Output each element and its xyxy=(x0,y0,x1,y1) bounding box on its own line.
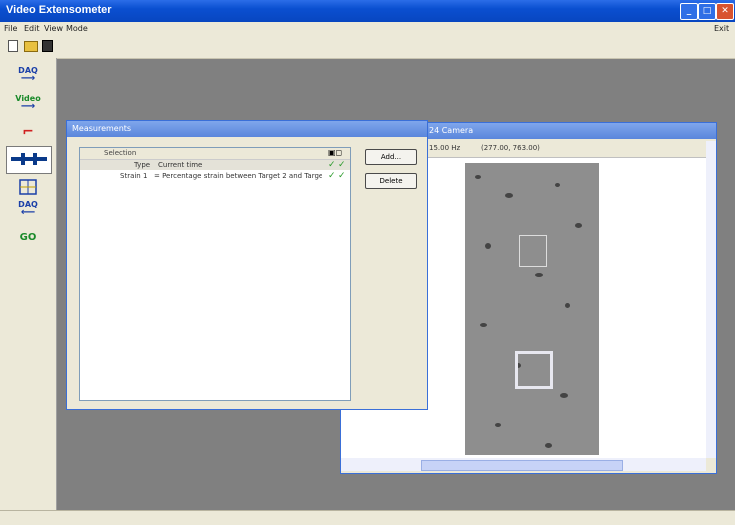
extensometer-icon xyxy=(11,153,47,165)
camera-fps: 15.00 Hz xyxy=(429,144,461,152)
sidebar-item-pointer[interactable]: ⌐ xyxy=(6,120,50,146)
check-icon[interactable]: ✓ xyxy=(328,160,336,170)
window-title: Video Extensometer xyxy=(6,4,112,16)
row-value: = Percentage strain between Target 2 and… xyxy=(154,172,322,180)
column-header-selection: Selection xyxy=(104,149,137,157)
menu-mode[interactable]: Mode xyxy=(66,24,88,33)
camera-window-title: 24 Camera xyxy=(429,126,474,135)
toolbar xyxy=(0,36,735,59)
title-bar: Video Extensometer _ □ ✕ xyxy=(0,0,735,22)
header-icons: ▣◻ xyxy=(328,148,343,157)
target-grid-icon xyxy=(19,179,37,195)
measurements-window-title: Measurements xyxy=(72,124,132,133)
table-row[interactable]: Type Current time ✓ ✓ xyxy=(80,160,350,170)
check-icon[interactable]: ✓ xyxy=(338,160,346,170)
pointer-icon: ⌐ xyxy=(22,124,34,140)
sidebar-item-video-in[interactable]: Video ⟶ xyxy=(6,94,50,120)
video-in-icon: ⟶ xyxy=(20,101,36,112)
save-icon[interactable] xyxy=(42,40,53,52)
table-row[interactable]: Strain 1 = Percentage strain between Tar… xyxy=(80,171,350,181)
sidebar-item-daq-out[interactable]: DAQ ⟵ xyxy=(6,200,50,226)
daq-out-icon: ⟵ xyxy=(20,207,36,218)
sidebar: DAQ ⟶ Video ⟶ ⌐ DAQ ⟵ GO xyxy=(0,58,57,510)
check-icon[interactable]: ✓ xyxy=(328,171,336,181)
row-value: Current time xyxy=(158,161,203,169)
measurements-list[interactable]: Selection ▣◻ Type Current time ✓ ✓ Strai… xyxy=(79,147,351,401)
horizontal-scroll-thumb[interactable] xyxy=(421,460,623,471)
new-file-icon[interactable] xyxy=(8,40,18,52)
sidebar-item-target-grid[interactable] xyxy=(6,174,50,200)
menu-file[interactable]: File xyxy=(4,24,17,33)
menu-edit[interactable]: Edit xyxy=(24,24,40,33)
measurements-window-titlebar[interactable]: Measurements xyxy=(67,121,427,137)
minimize-button[interactable]: _ xyxy=(680,3,698,20)
menu-view[interactable]: View xyxy=(44,24,63,33)
add-button[interactable]: Add... xyxy=(365,149,417,165)
list-header: Selection ▣◻ xyxy=(80,148,350,160)
camera-coords: (277.00, 763.00) xyxy=(481,144,540,152)
menu-bar: File Edit View Mode Exit xyxy=(0,22,735,36)
sidebar-item-extensometer[interactable] xyxy=(6,146,52,174)
measurements-window: Measurements Selection ▣◻ Type Current t… xyxy=(66,120,428,410)
row-name: Strain 1 xyxy=(120,172,148,180)
specimen-image xyxy=(465,163,599,455)
target-1-box[interactable] xyxy=(519,235,547,267)
go-icon: GO xyxy=(19,232,37,243)
sidebar-item-go[interactable]: GO xyxy=(6,232,50,258)
sidebar-item-daq-in[interactable]: DAQ ⟶ xyxy=(6,66,50,92)
camera-horizontal-scrollbar[interactable] xyxy=(341,458,706,471)
open-folder-icon[interactable] xyxy=(24,41,38,52)
camera-vertical-scrollbar[interactable] xyxy=(706,141,716,458)
menu-exit[interactable]: Exit xyxy=(714,24,729,33)
delete-button[interactable]: Delete xyxy=(365,173,417,189)
status-bar xyxy=(0,510,735,525)
maximize-button[interactable]: □ xyxy=(698,3,716,20)
close-button[interactable]: ✕ xyxy=(716,3,734,20)
row-name: Type xyxy=(134,161,151,169)
daq-in-icon: ⟶ xyxy=(20,73,36,84)
check-icon[interactable]: ✓ xyxy=(338,171,346,181)
target-2-box[interactable] xyxy=(515,351,553,389)
